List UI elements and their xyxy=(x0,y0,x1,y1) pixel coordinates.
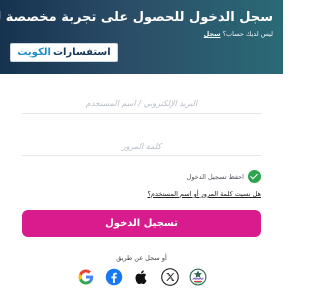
brand-logo: استفسارات الكويت xyxy=(10,43,118,62)
social-login-label: أو سجل عن طريق xyxy=(116,254,167,262)
facebook-icon[interactable] xyxy=(104,267,124,287)
login-header: سجل الدخول للحصول على تجربة مخصصة لك ليس… xyxy=(0,0,283,74)
remember-me: احفظ تسجيل الدخول xyxy=(187,170,261,183)
brand-logo-accent: الكويت xyxy=(17,46,51,58)
forgot-password-link[interactable]: هل نسيت كلمة المرور أو اسم المستخدم؟ xyxy=(147,190,261,198)
password-field-underline xyxy=(22,155,261,156)
apple-icon[interactable] xyxy=(132,267,152,287)
google-icon[interactable] xyxy=(76,267,96,287)
login-button[interactable]: تسجيل الدخول xyxy=(22,210,261,237)
login-screen: سجل الدخول للحصول على تجربة مخصصة لك ليس… xyxy=(0,0,283,300)
email-field-underline xyxy=(22,113,261,114)
password-field[interactable] xyxy=(22,137,261,155)
social-login-buttons xyxy=(0,267,283,287)
page-title: سجل الدخول للحصول على تجربة مخصصة لك xyxy=(0,10,273,25)
remember-me-label: احفظ تسجيل الدخول xyxy=(186,172,244,181)
register-prompt: ليس لديك حساب؟ سجل xyxy=(204,29,273,39)
checkmark-icon[interactable] xyxy=(248,170,261,183)
register-link[interactable]: سجل xyxy=(204,30,221,38)
kuwait-seal-icon[interactable] xyxy=(188,267,208,287)
email-field[interactable] xyxy=(22,94,261,112)
brand-logo-main: استفسارات xyxy=(52,46,111,58)
register-prompt-text: ليس لديك حساب؟ xyxy=(222,30,273,38)
x-icon[interactable] xyxy=(160,267,180,287)
